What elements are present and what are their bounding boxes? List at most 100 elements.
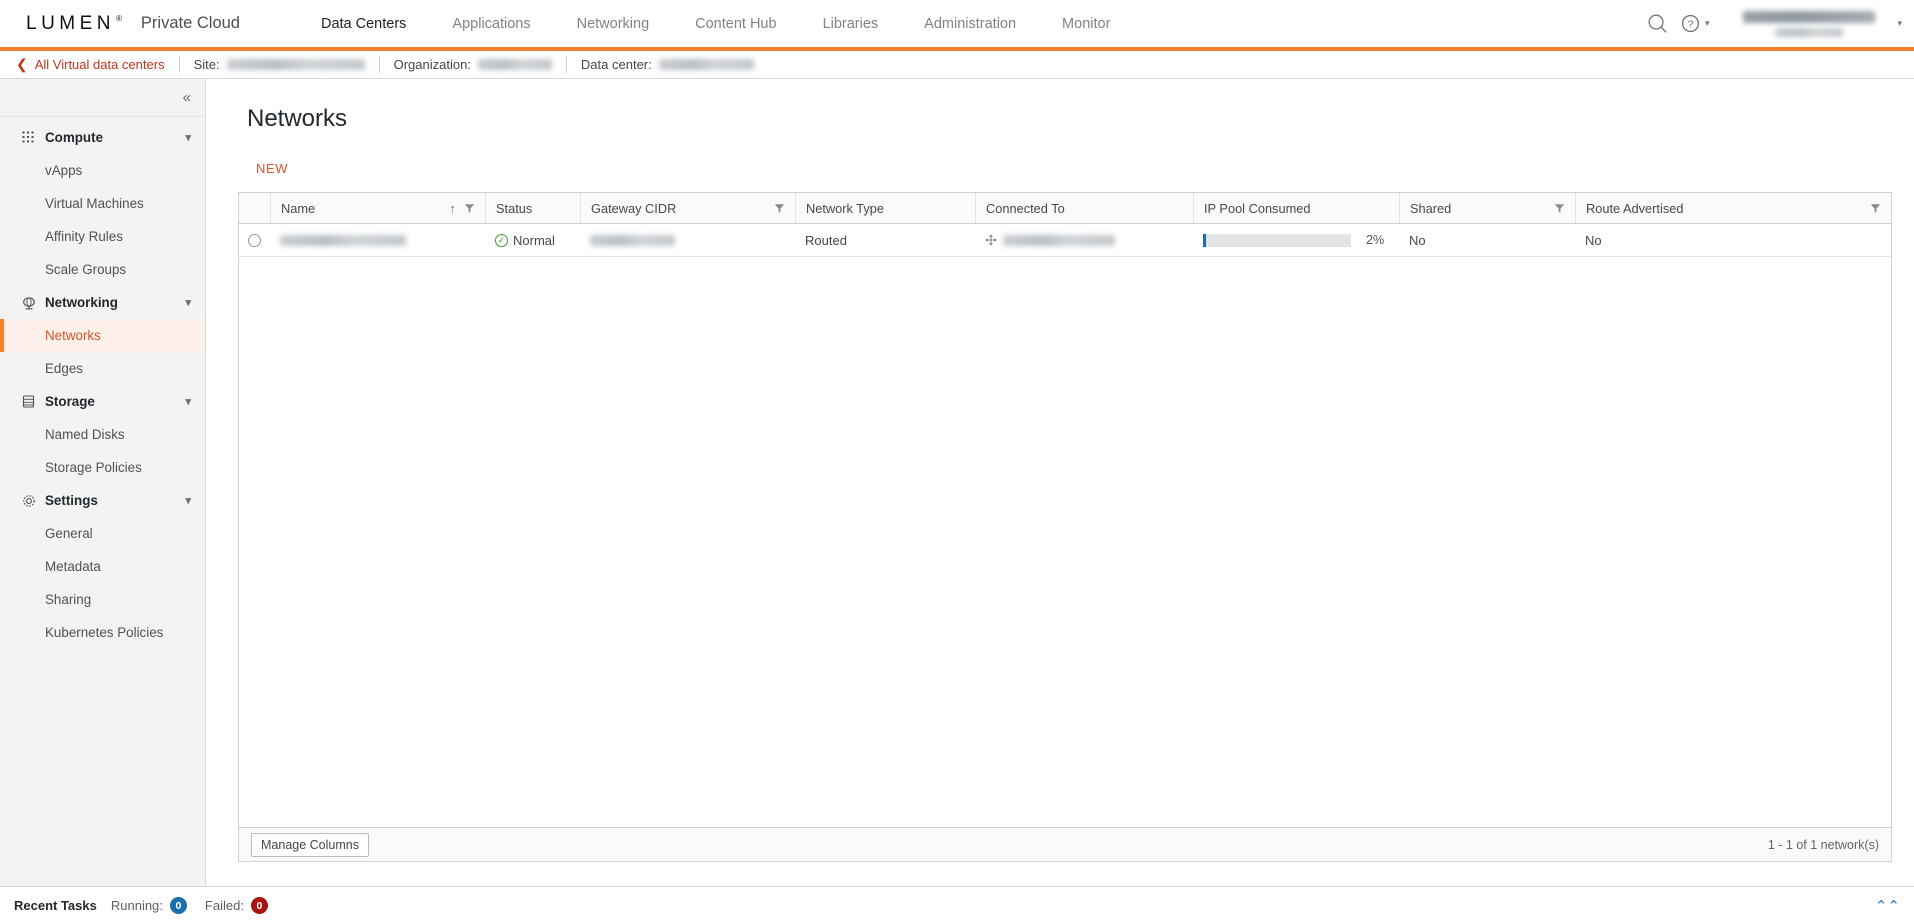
help-circle-icon: ?: [1680, 13, 1701, 34]
sidebar-item-label: Sharing: [45, 592, 91, 607]
failed-label: Failed:: [205, 898, 244, 913]
sidebar-item-edges[interactable]: Edges: [0, 352, 205, 385]
failed-count-badge: 0: [251, 897, 268, 914]
table-row[interactable]: ✓ Normal Routed: [239, 224, 1891, 257]
table-header-row: Name ↑ Status Gateway CIDR: [239, 193, 1891, 224]
sidebar-item-affinity-rules[interactable]: Affinity Rules: [0, 220, 205, 253]
sidebar-item-virtual-machines[interactable]: Virtual Machines: [0, 187, 205, 220]
nav-item-administration[interactable]: Administration: [901, 0, 1039, 47]
column-header-name-label: Name: [281, 201, 315, 216]
search-button[interactable]: [1636, 0, 1680, 49]
grid-dots-icon: [22, 131, 40, 144]
sidebar-item-label: Named Disks: [45, 427, 125, 442]
user-menu-chevron-down-icon[interactable]: ▾: [1897, 18, 1902, 29]
breadcrumb-back-link[interactable]: ❮ All Virtual data centers: [16, 56, 165, 73]
edge-gateway-icon: [985, 234, 997, 246]
nav-item-content-hub[interactable]: Content Hub: [672, 0, 799, 47]
sidebar-item-label: Kubernetes Policies: [45, 625, 163, 640]
recent-tasks-title: Recent Tasks: [14, 898, 97, 913]
product-name: Private Cloud: [141, 14, 240, 33]
breadcrumb-organization: Organization:: [394, 57, 552, 72]
app-root: LUMEN® Private Cloud Data Centers Applic…: [0, 0, 1914, 924]
table-footer: Manage Columns 1 - 1 of 1 network(s): [239, 827, 1891, 861]
sidebar-item-label: Edges: [45, 361, 83, 376]
nav-item-applications[interactable]: Applications: [429, 0, 553, 47]
sidebar-nav-list: Compute ▾ vApps Virtual Machines Affinit…: [0, 117, 205, 649]
chevron-down-icon: ▾: [185, 131, 191, 144]
column-header-connected-to[interactable]: Connected To: [975, 193, 1193, 223]
sidebar-item-label: Affinity Rules: [45, 229, 123, 244]
network-icon: [22, 296, 40, 310]
running-label: Running:: [111, 898, 163, 913]
sort-ascending-icon[interactable]: ↑: [450, 202, 457, 215]
user-menu-button[interactable]: [1725, 0, 1893, 49]
cell-ip-pool-consumed: 2%: [1193, 224, 1399, 256]
cell-network-type: Routed: [795, 224, 975, 256]
nav-item-data-centers[interactable]: Data Centers: [298, 0, 429, 47]
column-header-shared[interactable]: Shared: [1399, 193, 1575, 223]
sidebar-item-networks[interactable]: Networks: [0, 319, 205, 352]
sidebar-item-scale-groups[interactable]: Scale Groups: [0, 253, 205, 286]
sidebar-group-networking[interactable]: Networking ▾: [0, 286, 205, 319]
sidebar-item-vapps[interactable]: vApps: [0, 154, 205, 187]
record-count-label: 1 - 1 of 1 network(s): [1768, 838, 1879, 852]
sidebar-item-label: General: [45, 526, 93, 541]
double-chevron-up-icon[interactable]: ⌃⌃: [1875, 897, 1900, 915]
table-body: ✓ Normal Routed: [239, 224, 1891, 827]
breadcrumb-site: Site:: [194, 57, 365, 72]
ip-pool-percent-label: 2%: [1366, 233, 1384, 247]
filter-icon[interactable]: [464, 203, 475, 214]
cell-name-value-redacted: [280, 235, 406, 246]
manage-columns-button[interactable]: Manage Columns: [251, 833, 369, 857]
row-radio-button[interactable]: [248, 234, 261, 247]
column-header-network-type[interactable]: Network Type: [795, 193, 975, 223]
column-header-ip-pool-consumed-label: IP Pool Consumed: [1204, 201, 1310, 216]
sidebar-item-label: Metadata: [45, 559, 101, 574]
sidebar-item-named-disks[interactable]: Named Disks: [0, 418, 205, 451]
column-header-status[interactable]: Status: [485, 193, 580, 223]
chevron-down-icon: ▾: [185, 494, 191, 507]
sidebar-group-settings[interactable]: Settings ▾: [0, 484, 205, 517]
column-header-name[interactable]: Name ↑: [270, 193, 485, 223]
filter-icon[interactable]: [774, 203, 785, 214]
ip-pool-progress-bar: [1203, 234, 1351, 247]
sidebar-group-compute[interactable]: Compute ▾: [0, 121, 205, 154]
cell-connected-to[interactable]: [975, 224, 1193, 256]
running-count-badge: 0: [170, 897, 187, 914]
lumen-logo-text: LUMEN: [26, 13, 115, 35]
filter-icon[interactable]: [1870, 203, 1881, 214]
sidebar-item-metadata[interactable]: Metadata: [0, 550, 205, 583]
nav-item-libraries[interactable]: Libraries: [800, 0, 902, 47]
column-header-gateway-cidr[interactable]: Gateway CIDR: [580, 193, 795, 223]
breadcrumb-organization-label: Organization:: [394, 57, 471, 72]
sidebar-group-storage-label: Storage: [45, 394, 95, 409]
new-network-button[interactable]: NEW: [250, 157, 294, 180]
sidebar-item-storage-policies[interactable]: Storage Policies: [0, 451, 205, 484]
column-header-ip-pool-consumed[interactable]: IP Pool Consumed: [1193, 193, 1399, 223]
sidebar-group-storage[interactable]: Storage ▾: [0, 385, 205, 418]
nav-item-monitor[interactable]: Monitor: [1039, 0, 1133, 47]
cell-status-value: Normal: [513, 233, 555, 248]
breadcrumb-datacenter-value-redacted: [659, 59, 754, 70]
column-header-network-type-label: Network Type: [806, 201, 884, 216]
column-header-route-advertised[interactable]: Route Advertised: [1575, 193, 1891, 223]
lumen-logo-registered: ®: [116, 14, 122, 23]
column-header-select: [239, 193, 270, 223]
sidebar-item-kubernetes-policies[interactable]: Kubernetes Policies: [0, 616, 205, 649]
filter-icon[interactable]: [1554, 203, 1565, 214]
recent-tasks-bar: Recent Tasks Running: 0 Failed: 0 ⌃⌃: [0, 886, 1914, 924]
cell-name[interactable]: [270, 224, 485, 256]
page-title: Networks: [247, 105, 1892, 133]
sidebar-group-compute-label: Compute: [45, 130, 103, 145]
sidebar-item-sharing[interactable]: Sharing: [0, 583, 205, 616]
lumen-logo[interactable]: LUMEN®: [26, 13, 121, 35]
column-header-route-advertised-label: Route Advertised: [1586, 201, 1683, 216]
sidebar-collapse-button[interactable]: «: [0, 79, 205, 117]
sidebar-item-label: Virtual Machines: [45, 196, 144, 211]
primary-nav: Data Centers Applications Networking Con…: [298, 0, 1133, 47]
nav-item-networking[interactable]: Networking: [554, 0, 673, 47]
help-menu-button[interactable]: ? ▾: [1680, 13, 1716, 34]
sidebar-item-general[interactable]: General: [0, 517, 205, 550]
breadcrumb-datacenter-label: Data center:: [581, 57, 652, 72]
ip-pool-progress-fill: [1203, 234, 1206, 247]
